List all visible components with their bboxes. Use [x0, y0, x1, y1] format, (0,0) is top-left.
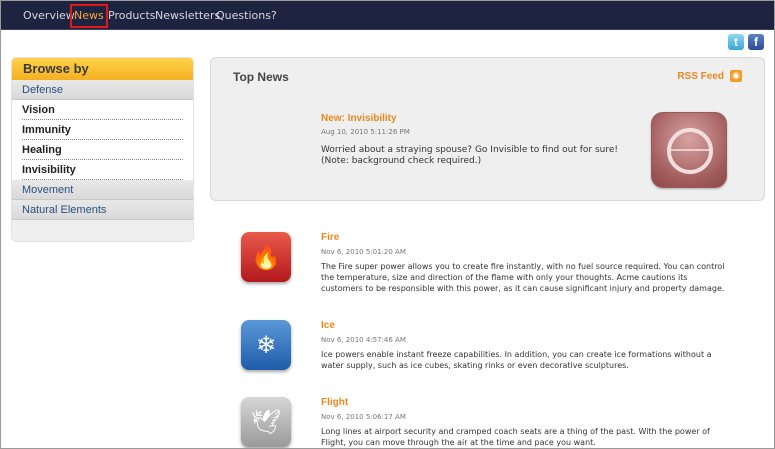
sidebar-item-movement[interactable]: Movement: [12, 180, 193, 200]
news-date: Nov 6, 2010 4:57:46 AM: [321, 336, 406, 344]
snowflake-icon[interactable]: ❄: [241, 320, 291, 370]
top-news-date: Aug 10, 2010 5:11:26 PM: [321, 128, 410, 136]
top-navigation: Overview News Products Newsletters Quest…: [1, 1, 774, 30]
news-title[interactable]: Ice: [321, 320, 335, 331]
sidebar-item-natural-elements[interactable]: Natural Elements: [12, 200, 193, 220]
nav-overview[interactable]: Overview: [23, 6, 75, 26]
news-title[interactable]: Flight: [321, 397, 348, 408]
page-frame: Overview News Products Newsletters Quest…: [0, 0, 775, 449]
sidebar-browse: Browse by Defense Vision Immunity Healin…: [11, 57, 194, 242]
nav-products[interactable]: Products: [108, 6, 156, 26]
invisibility-icon[interactable]: [651, 112, 727, 188]
top-news-body: Worried about a straying spouse? Go Invi…: [321, 145, 618, 166]
fire-icon[interactable]: 🔥: [241, 232, 291, 282]
news-body: Long lines at airport security and cramp…: [321, 427, 710, 447]
sidebar-item-healing[interactable]: Healing: [22, 140, 183, 160]
sidebar-subitems: Vision Immunity Healing Invisibility: [12, 100, 193, 180]
facebook-icon[interactable]: f: [748, 34, 764, 50]
sidebar-item-invisibility[interactable]: Invisibility: [22, 160, 183, 180]
sidebar-item-immunity[interactable]: Immunity: [22, 120, 183, 140]
sidebar-title: Browse by: [12, 58, 193, 80]
invisibility-band: [671, 149, 709, 151]
top-news-panel: Top News RSS Feed ◉ New: Invisibility Au…: [210, 57, 765, 201]
sidebar-item-defense[interactable]: Defense: [12, 80, 193, 100]
invisibility-ring: [667, 128, 713, 174]
rss-feed-link[interactable]: RSS Feed: [677, 71, 724, 82]
news-date: Nov 6, 2010 5:01:20 AM: [321, 248, 406, 256]
news-body: The Fire super power allows you to creat…: [321, 262, 725, 293]
nav-news[interactable]: News: [70, 4, 108, 28]
nav-questions[interactable]: Questions?: [216, 6, 277, 26]
news-date: Nov 6, 2010 5:06:17 AM: [321, 413, 406, 421]
sidebar-item-vision[interactable]: Vision: [22, 100, 183, 120]
nav-newsletters[interactable]: Newsletters: [155, 6, 220, 26]
top-news-title: Top News: [233, 70, 289, 84]
news-title[interactable]: Fire: [321, 232, 339, 243]
twitter-icon[interactable]: t: [728, 34, 744, 50]
bird-icon[interactable]: 🕊: [241, 397, 291, 447]
rss-icon[interactable]: ◉: [730, 70, 742, 82]
top-news-headline[interactable]: New: Invisibility: [321, 113, 397, 124]
news-body: Ice powers enable instant freeze capabil…: [321, 350, 712, 370]
